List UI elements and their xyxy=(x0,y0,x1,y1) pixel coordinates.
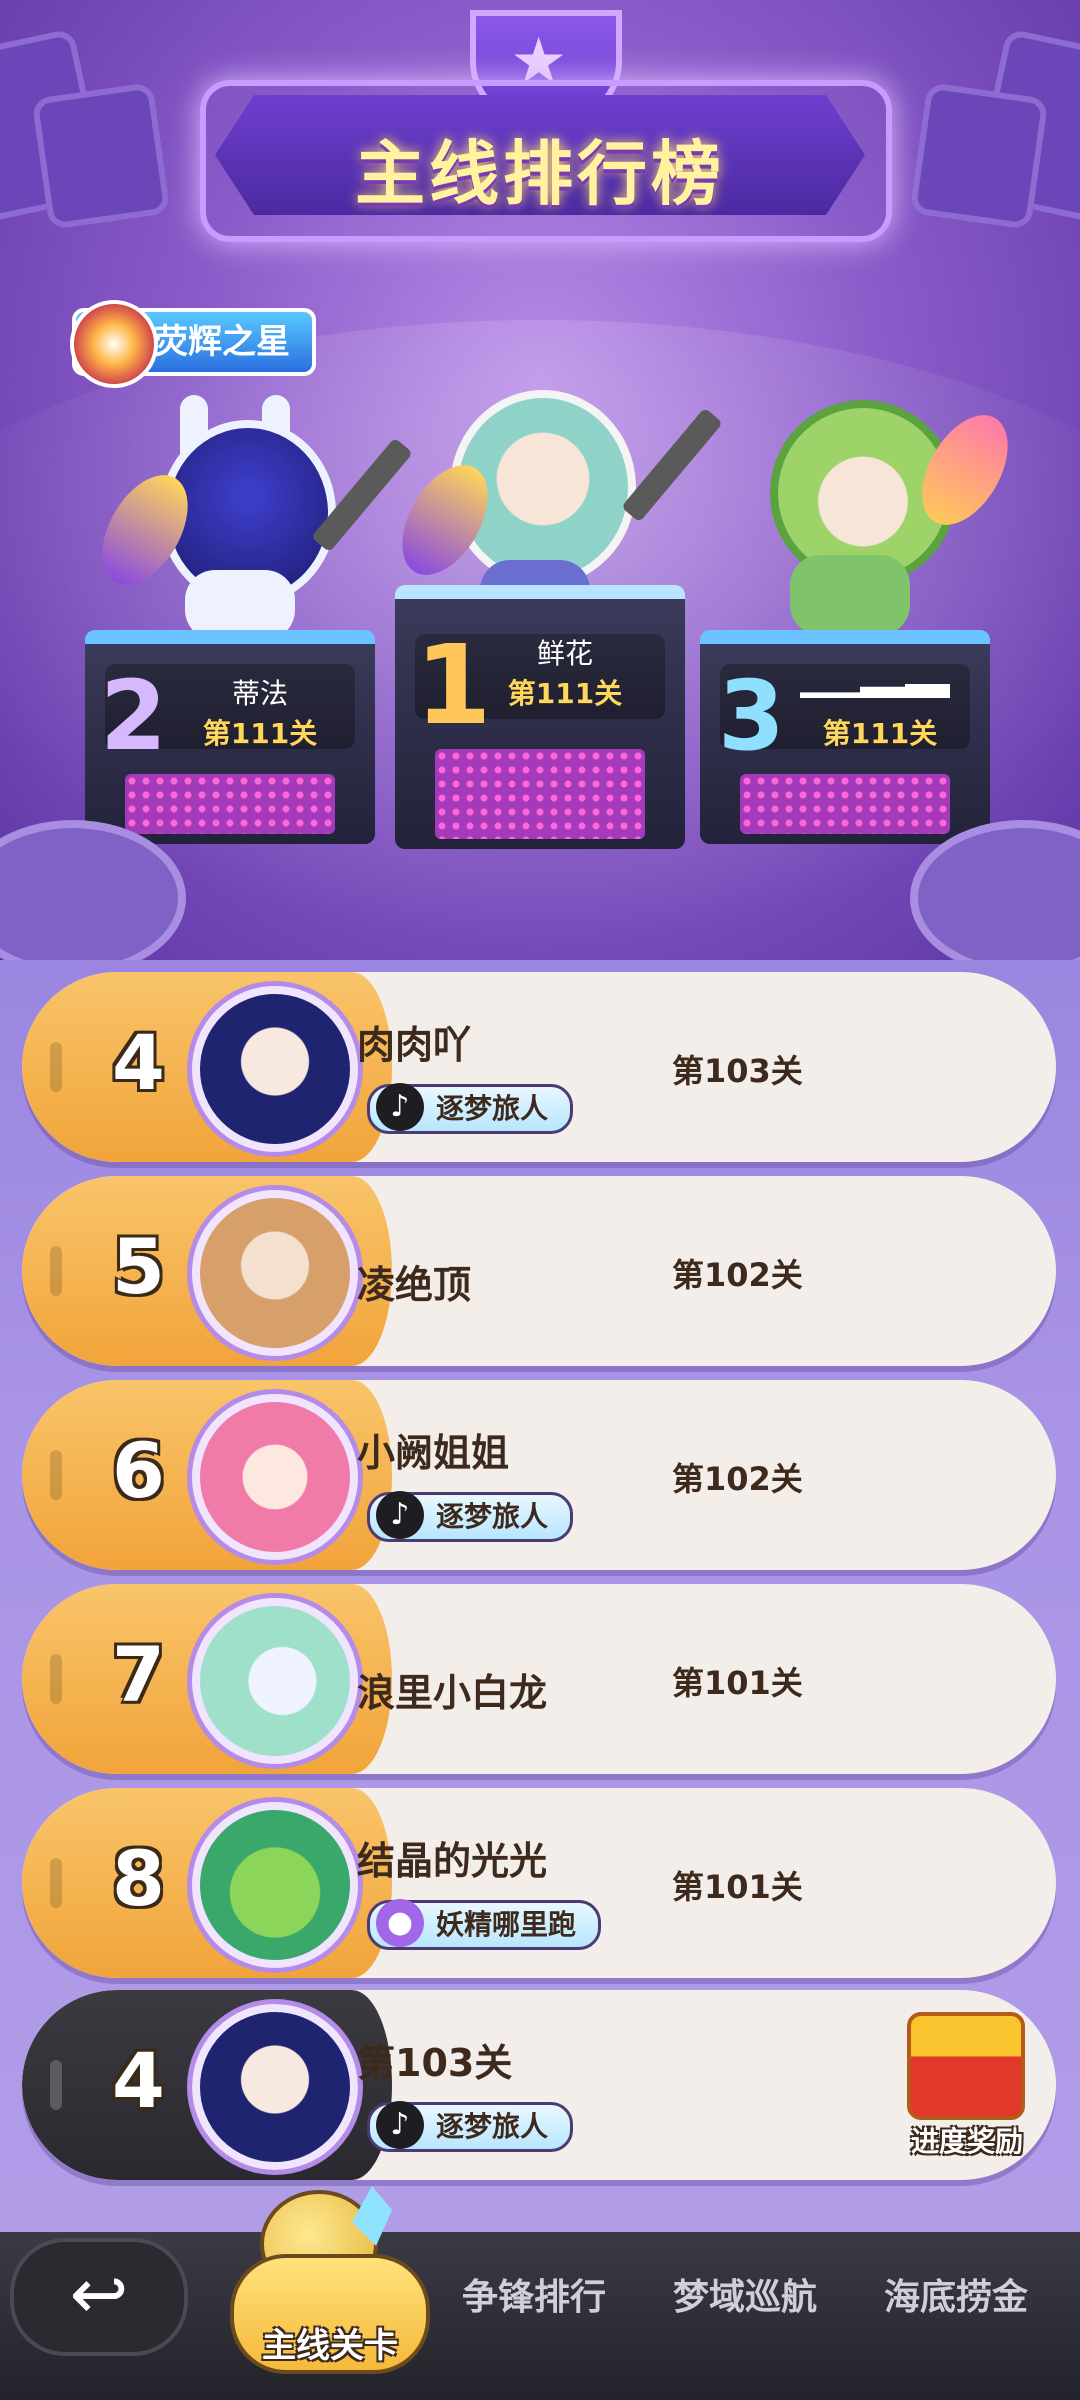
title-tag: ♪ 逐梦旅人 xyxy=(367,1491,574,1542)
tab-dream-cruise[interactable]: 梦域巡航 xyxy=(673,2268,817,2320)
player-name: 蒂法 xyxy=(231,677,288,710)
avatar[interactable] xyxy=(192,1190,358,1356)
player-level: 第111关 xyxy=(507,677,623,710)
title-tag: ● 妖精哪里跑 xyxy=(367,1899,602,1950)
gift-box-icon[interactable] xyxy=(907,2012,1025,2120)
player-level: 第102关 xyxy=(672,1256,803,1294)
page-title: 主线排行榜 xyxy=(355,133,725,215)
music-note-icon: ♪ xyxy=(376,1083,424,1131)
back-arrow-icon[interactable]: ↩ xyxy=(10,2238,188,2356)
rank-row[interactable]: 8 结晶的光光 ● 妖精哪里跑 第101关 xyxy=(22,1788,1056,1978)
music-note-icon: ♪ xyxy=(376,1491,424,1539)
rank-number: 7 xyxy=(112,1630,165,1719)
player-level: 第111关 xyxy=(822,717,938,750)
player-name: 结晶的光光 xyxy=(357,1839,548,1883)
rank-number: 5 xyxy=(112,1222,165,1311)
my-level: 第103关 xyxy=(357,2041,513,2085)
avatar[interactable] xyxy=(192,1598,358,1764)
avatar[interactable] xyxy=(192,2004,358,2170)
rank-number: 1 xyxy=(415,621,492,749)
avatar[interactable] xyxy=(192,1394,358,1560)
player-name: 肉肉吖 xyxy=(357,1023,472,1067)
rank-row[interactable]: 7 浪里小白龙 第101关 xyxy=(22,1584,1056,1774)
rank-number: 4 xyxy=(112,2036,165,2125)
hammer-icon xyxy=(621,407,723,523)
player-level: 第111关 xyxy=(202,717,318,750)
rank-row[interactable]: 6 小阙姐姐 ♪ 逐梦旅人 第102关 xyxy=(22,1380,1056,1570)
character-body xyxy=(790,555,910,635)
rank-number: 3 xyxy=(718,660,785,772)
avatar[interactable] xyxy=(192,1802,358,1968)
rank-number: 6 xyxy=(112,1426,165,1515)
tab-seabed-gold[interactable]: 海底捞金 xyxy=(884,2268,1028,2320)
player-name: 凌绝顶 xyxy=(357,1263,472,1307)
podium-stage: ★ 主线排行榜 荧辉之星 2 蒂法 第111关 1 鲜花 第111关 3 第11… xyxy=(0,0,1080,960)
emblem-icon xyxy=(70,300,158,388)
rank-row[interactable]: 5 凌绝顶 第102关 xyxy=(22,1176,1056,1366)
player-name: 浪里小白龙 xyxy=(357,1671,548,1715)
player-level: 第102关 xyxy=(672,1460,803,1498)
tab-main-stage[interactable]: 主线关卡 xyxy=(230,2254,430,2374)
player-level: 第101关 xyxy=(672,1868,803,1906)
player-level: 第101关 xyxy=(672,1664,803,1702)
title-tag: ♪ 逐梦旅人 xyxy=(367,2101,574,2152)
rank-number: 2 xyxy=(100,660,167,772)
player-name: 小阙姐姐 xyxy=(357,1431,510,1475)
player-level: 第103关 xyxy=(672,1052,803,1090)
grape-icon: ● xyxy=(376,1899,424,1947)
avatar[interactable] xyxy=(192,986,358,1152)
tab-contest-ranking[interactable]: 争锋排行 xyxy=(462,2268,606,2320)
player-name: 鲜花 xyxy=(536,637,593,670)
rank-row[interactable]: 4 肉肉吖 ♪ 逐梦旅人 第103关 xyxy=(22,972,1056,1162)
rank-number: 4 xyxy=(112,1018,165,1107)
title-tag: ♪ 逐梦旅人 xyxy=(367,1083,574,1134)
rank-number: 8 xyxy=(112,1834,165,1923)
music-note-icon: ♪ xyxy=(376,2101,424,2149)
my-rank-row[interactable]: 4 第103关 ♪ 逐梦旅人 进度奖励 xyxy=(22,1990,1056,2180)
progress-reward-button[interactable]: 进度奖励 xyxy=(882,2120,1052,2160)
